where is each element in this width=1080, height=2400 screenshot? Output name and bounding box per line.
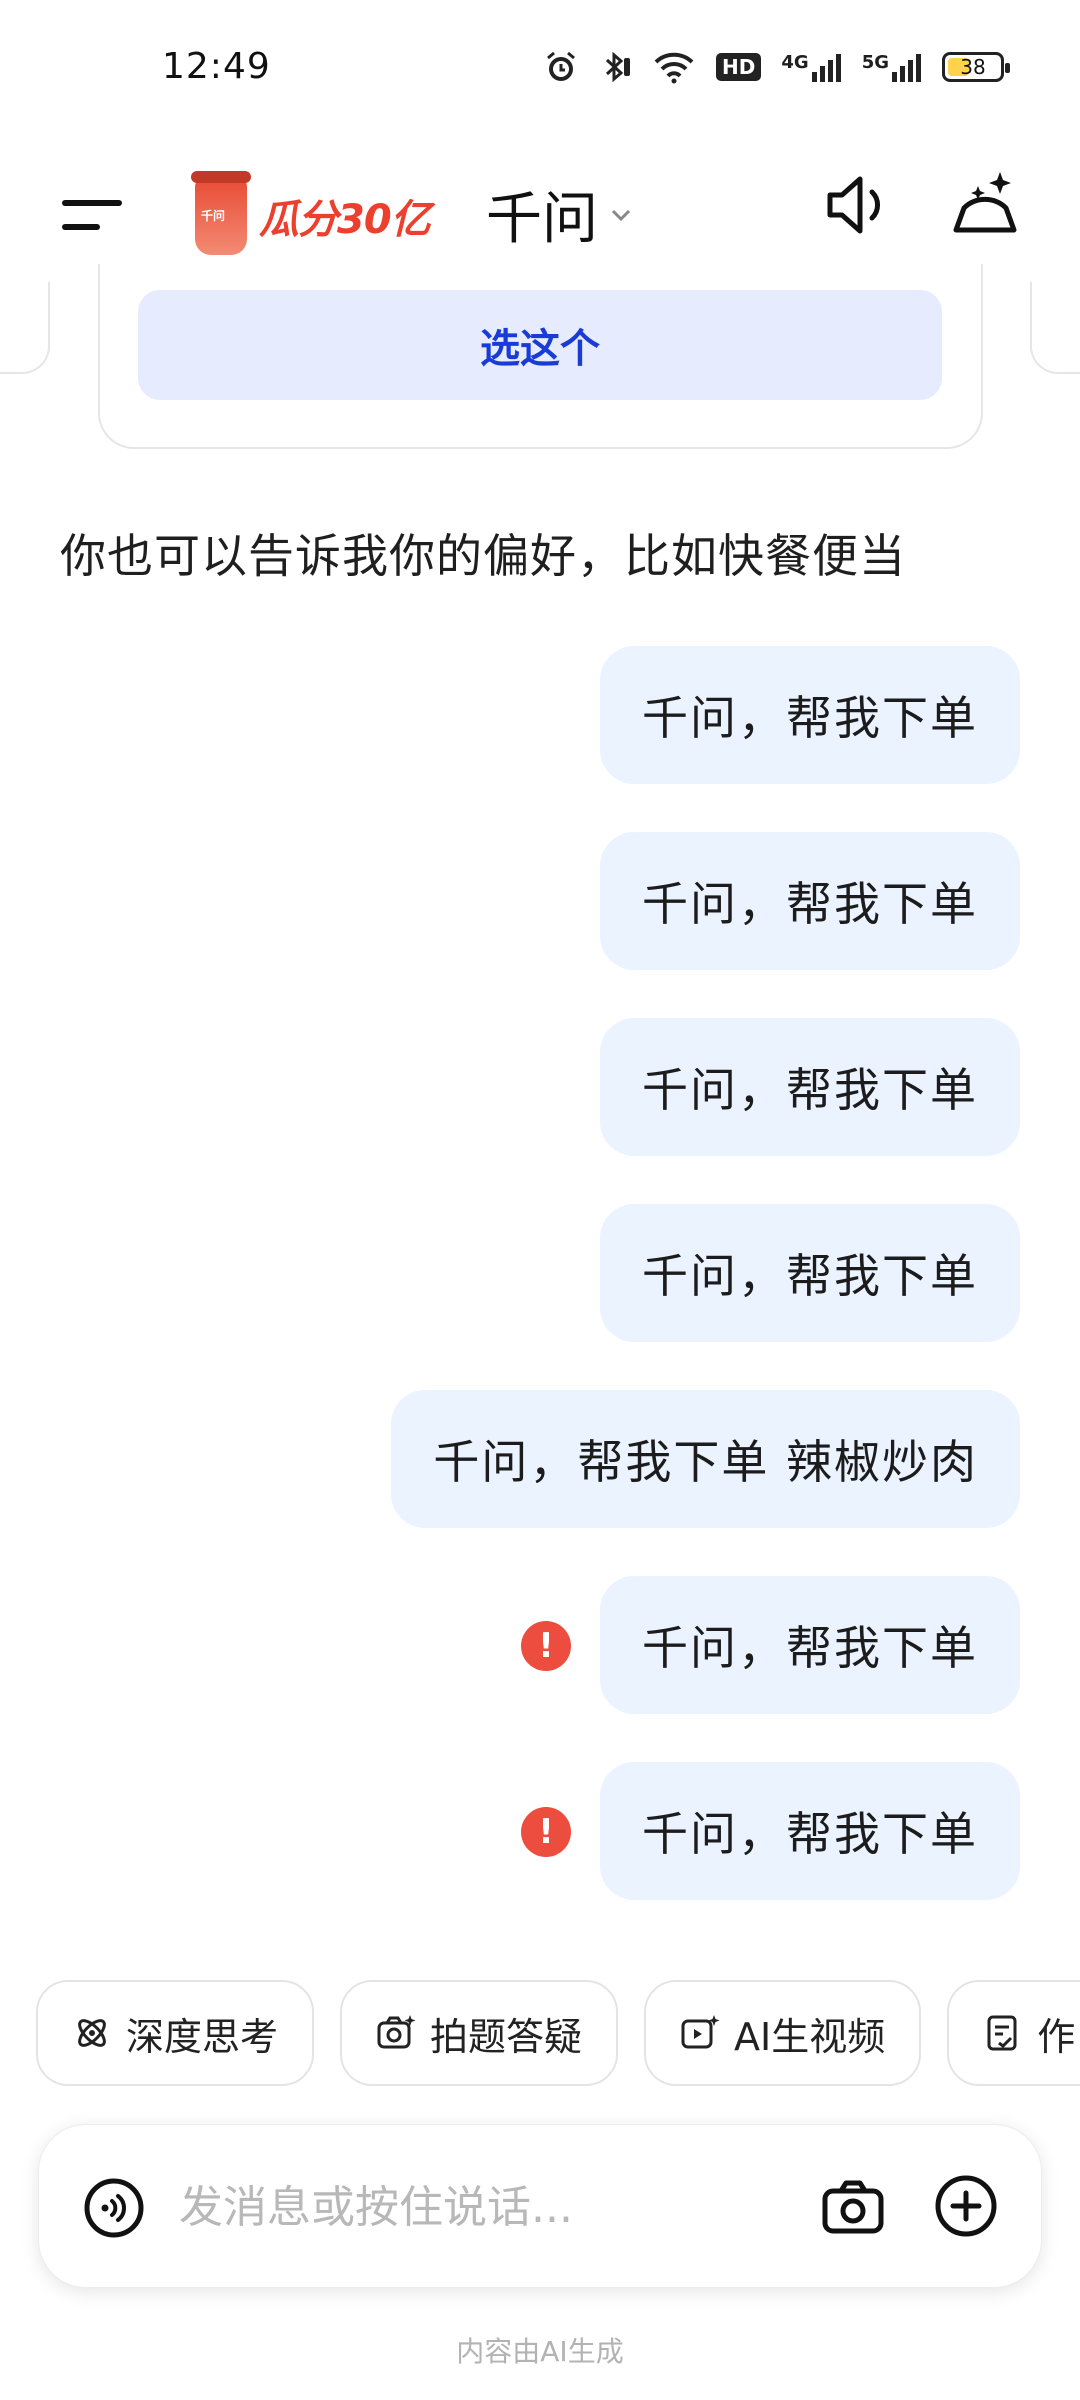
chip-writing[interactable]: 作 bbox=[947, 1980, 1080, 2086]
user-message-bubble[interactable]: 千问，帮我下单 bbox=[600, 832, 1020, 970]
quick-action-chips: 深度思考 拍题答疑 AI生视频 作 bbox=[36, 1980, 1080, 2090]
wifi-icon bbox=[654, 52, 694, 84]
chip-label: 作 bbox=[1037, 2014, 1076, 2059]
carousel-card-prev[interactable] bbox=[0, 282, 50, 374]
promo-cup-label: 千问 bbox=[201, 209, 226, 223]
menu-icon bbox=[62, 200, 122, 230]
battery-level: 38 bbox=[960, 55, 986, 79]
chip-label: AI生视频 bbox=[734, 2014, 886, 2059]
coffee-cup-icon: 千问 bbox=[191, 171, 251, 255]
camera-question-icon bbox=[377, 2015, 416, 2049]
assistant-message: 你也可以告诉我你的偏好，比如快餐便当 bbox=[60, 529, 906, 583]
model-selector[interactable]: 千问 bbox=[486, 174, 632, 255]
speaker-button[interactable] bbox=[822, 170, 892, 240]
signal-5g-label: 5G bbox=[861, 52, 889, 73]
user-message-bubble[interactable]: 千问，帮我下单 bbox=[600, 1204, 1020, 1342]
status-bar: 12:49 HD 4G 5G 38 bbox=[0, 0, 1080, 140]
user-message-bubble[interactable]: 千问，帮我下单 bbox=[600, 1762, 1020, 1900]
sparkle-chat-icon bbox=[953, 172, 1017, 233]
chip-ai-video[interactable]: AI生视频 bbox=[644, 1980, 922, 2086]
plus-circle-icon bbox=[935, 2175, 997, 2237]
carousel-card-next[interactable] bbox=[1030, 282, 1080, 374]
message-input[interactable] bbox=[179, 2169, 819, 2245]
voice-input-button[interactable] bbox=[83, 2177, 145, 2239]
signal-4g-label: 4G bbox=[781, 52, 809, 73]
promo-text: 瓜分30亿 bbox=[259, 197, 431, 243]
page-title: 千问 bbox=[486, 187, 598, 252]
choose-this-button[interactable]: 选这个 bbox=[138, 290, 942, 400]
signal-bars-icon bbox=[892, 54, 921, 82]
voice-wave-icon bbox=[84, 2178, 144, 2238]
speaker-icon bbox=[827, 176, 880, 234]
chip-photo-question[interactable]: 拍题答疑 bbox=[340, 1980, 619, 2086]
chip-label: 拍题答疑 bbox=[430, 2014, 583, 2059]
new-chat-button[interactable] bbox=[948, 168, 1022, 242]
battery-icon: 38 bbox=[942, 52, 1010, 82]
send-failed-icon[interactable]: ! bbox=[521, 1807, 571, 1857]
signal-bars-icon bbox=[811, 54, 841, 82]
ai-generated-note: 内容由AI生成 bbox=[456, 2335, 624, 2368]
chevron-down-icon bbox=[611, 209, 631, 221]
user-message-bubble[interactable]: 千问，帮我下单 辣椒炒肉 bbox=[391, 1390, 1020, 1528]
atom-icon bbox=[78, 2019, 106, 2047]
video-spark-icon bbox=[681, 2015, 720, 2049]
hd-badge: HD bbox=[716, 53, 762, 81]
camera-icon bbox=[822, 2180, 884, 2234]
document-icon bbox=[987, 2015, 1017, 2051]
status-icons: HD 4G 5G 38 bbox=[544, 50, 1010, 84]
alarm-icon bbox=[547, 51, 575, 81]
user-message-bubble[interactable]: 千问，帮我下单 bbox=[600, 1576, 1020, 1714]
send-failed-icon[interactable]: ! bbox=[521, 1621, 571, 1671]
menu-button[interactable] bbox=[62, 188, 126, 244]
user-message-bubble[interactable]: 千问，帮我下单 bbox=[600, 646, 1020, 784]
user-message-bubble[interactable]: 千问，帮我下单 bbox=[600, 1018, 1020, 1156]
add-attachment-button[interactable] bbox=[933, 2173, 999, 2239]
chip-deep-thinking[interactable]: 深度思考 bbox=[36, 1980, 315, 2086]
message-composer bbox=[38, 2124, 1042, 2288]
chip-label: 深度思考 bbox=[126, 2014, 279, 2059]
bluetooth-icon bbox=[606, 51, 631, 83]
promo-banner[interactable]: 千问 瓜分30亿 bbox=[191, 166, 431, 266]
signal-4g: 4G bbox=[781, 52, 841, 82]
status-time: 12:49 bbox=[162, 46, 271, 87]
signal-5g: 5G bbox=[862, 52, 922, 82]
camera-button[interactable] bbox=[821, 2177, 885, 2237]
